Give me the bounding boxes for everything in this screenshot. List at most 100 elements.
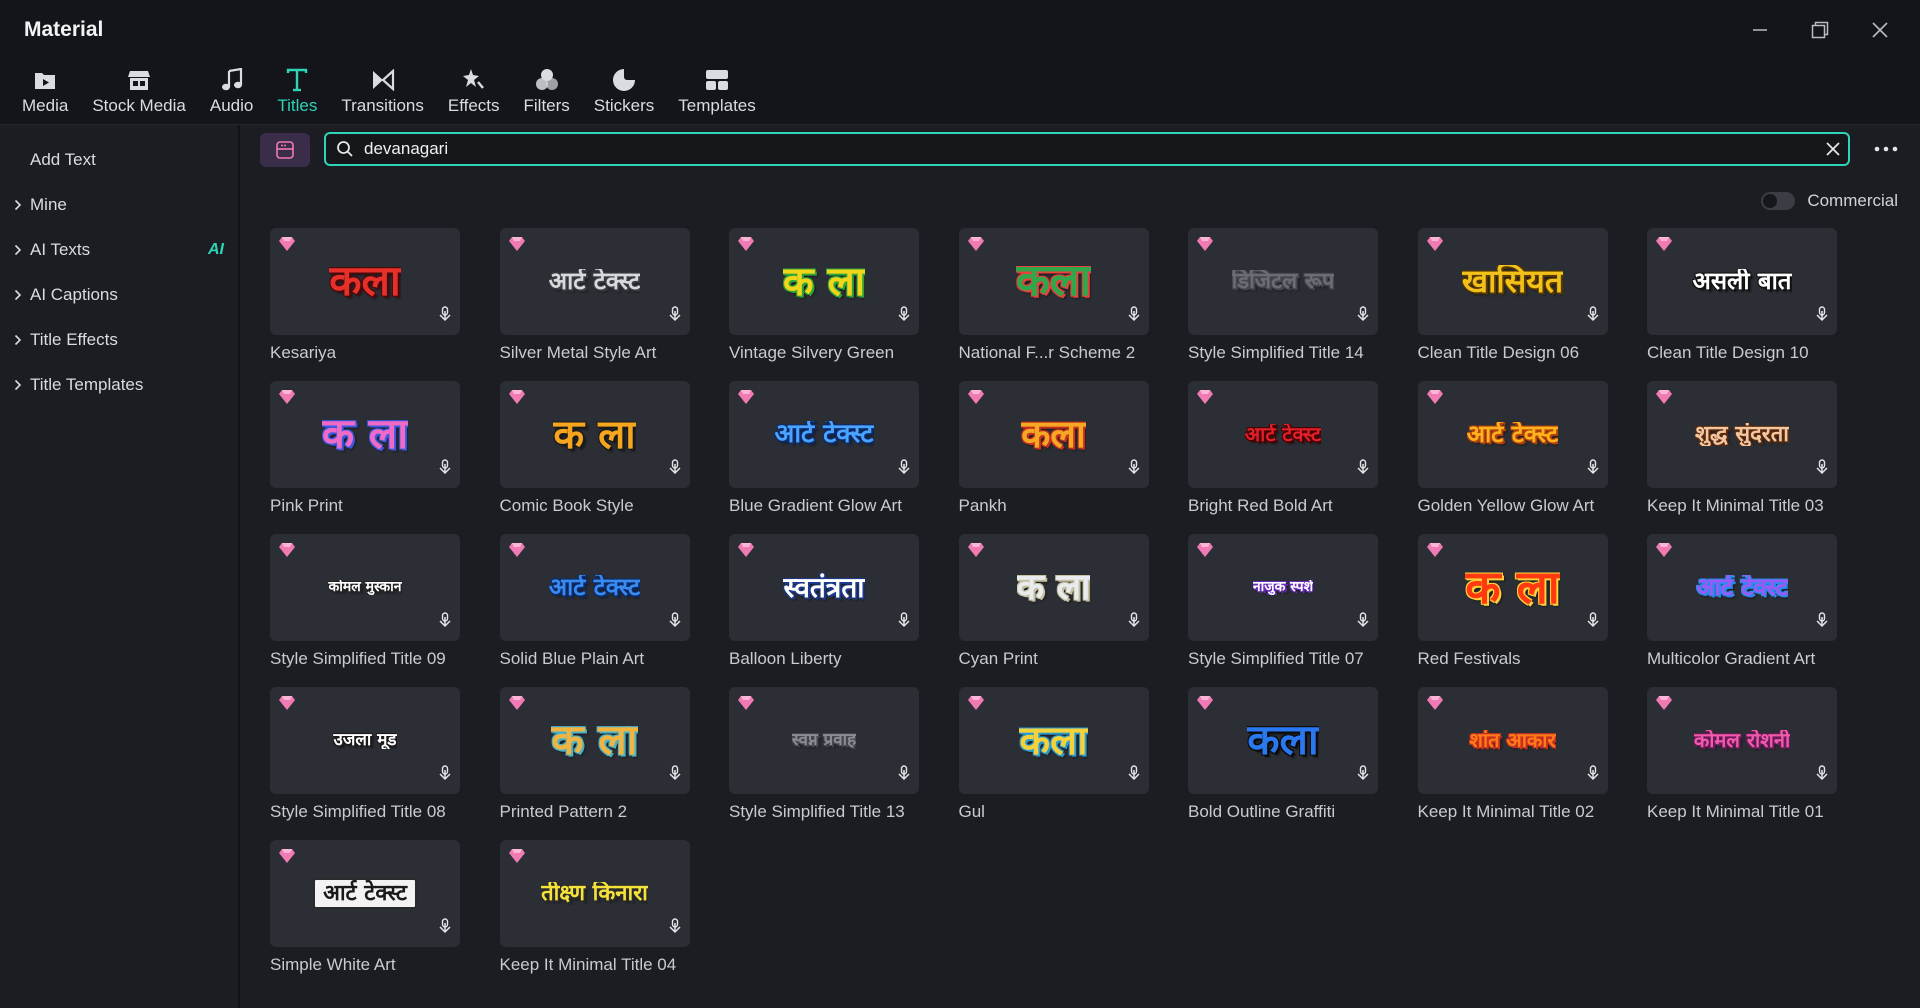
download-icon[interactable] <box>1127 459 1141 480</box>
title-thumbnail[interactable]: आर्ट टेक्स्ट <box>1188 381 1378 488</box>
title-thumbnail[interactable]: डिजिटल रूप <box>1188 228 1378 335</box>
title-card[interactable]: कोमल मुस्कान Style Simplified Title 09 <box>270 534 460 687</box>
download-icon[interactable] <box>668 918 682 939</box>
download-icon[interactable] <box>897 612 911 633</box>
sidebar-item-title-templates[interactable]: Title Templates <box>0 362 238 407</box>
title-thumbnail[interactable]: स्वतंत्रता <box>729 534 919 641</box>
sidebar-item-ai-captions[interactable]: AI Captions <box>0 272 238 317</box>
download-icon[interactable] <box>1586 459 1600 480</box>
title-card[interactable]: क ला Cyan Print <box>958 534 1149 687</box>
title-thumbnail[interactable]: क ला <box>499 687 690 794</box>
more-options-button[interactable] <box>1868 135 1904 163</box>
title-thumbnail[interactable]: कला <box>958 381 1149 488</box>
title-thumbnail[interactable]: असली बात <box>1647 228 1837 335</box>
download-icon[interactable] <box>1356 459 1370 480</box>
tab-titles[interactable]: Titles <box>265 60 329 124</box>
download-icon[interactable] <box>668 459 682 480</box>
title-thumbnail[interactable]: तीक्ष्ण किनारा <box>499 840 690 947</box>
title-thumbnail[interactable]: क ला <box>729 228 919 335</box>
title-thumbnail[interactable]: आर्ट टेक्स्ट <box>1647 534 1837 641</box>
tab-stickers[interactable]: Stickers <box>582 60 666 124</box>
title-card[interactable]: क ला Comic Book Style <box>499 381 690 534</box>
title-card[interactable]: आर्ट टेक्स्ट Bright Red Bold Art <box>1188 381 1378 534</box>
download-icon[interactable] <box>1815 306 1829 327</box>
tab-transitions[interactable]: Transitions <box>329 60 436 124</box>
tab-audio[interactable]: Audio <box>198 60 265 124</box>
title-card[interactable]: कला Kesariya <box>270 228 460 381</box>
download-icon[interactable] <box>1815 765 1829 786</box>
title-thumbnail[interactable]: आर्ट टेक्स्ट <box>1417 381 1608 488</box>
title-card[interactable]: क ला Vintage Silvery Green <box>729 228 919 381</box>
title-thumbnail[interactable]: क ला <box>1417 534 1608 641</box>
sidebar-item-mine[interactable]: Mine <box>0 182 238 227</box>
download-icon[interactable] <box>897 306 911 327</box>
clear-search-button[interactable] <box>1818 142 1848 156</box>
tab-filters[interactable]: Filters <box>512 60 582 124</box>
download-icon[interactable] <box>668 306 682 327</box>
title-card[interactable]: खासियत Clean Title Design 06 <box>1417 228 1608 381</box>
tab-effects[interactable]: Effects <box>436 60 512 124</box>
tab-media[interactable]: Media <box>0 60 80 124</box>
title-card[interactable]: कोमल रोशनी Keep It Minimal Title 01 <box>1647 687 1837 840</box>
restore-button[interactable] <box>1790 0 1850 60</box>
title-thumbnail[interactable]: शुद्ध सुंदरता <box>1647 381 1837 488</box>
title-card[interactable]: शुद्ध सुंदरता Keep It Minimal Title 03 <box>1647 381 1837 534</box>
title-card[interactable]: आर्ट टेक्स्ट Solid Blue Plain Art <box>499 534 690 687</box>
search-input[interactable] <box>362 134 1818 164</box>
title-card[interactable]: असली बात Clean Title Design 10 <box>1647 228 1837 381</box>
title-thumbnail[interactable]: शांत आकार <box>1417 687 1608 794</box>
download-icon[interactable] <box>897 459 911 480</box>
download-icon[interactable] <box>1815 612 1829 633</box>
title-card[interactable]: क ला Red Festivals <box>1417 534 1608 687</box>
download-icon[interactable] <box>438 612 452 633</box>
title-thumbnail[interactable]: खासियत <box>1417 228 1608 335</box>
title-card[interactable]: आर्ट टेक्स्ट Multicolor Gradient Art <box>1647 534 1837 687</box>
title-thumbnail[interactable]: क ला <box>958 534 1149 641</box>
title-thumbnail[interactable]: कला <box>1188 687 1378 794</box>
sidebar-item-title-effects[interactable]: Title Effects <box>0 317 238 362</box>
title-thumbnail[interactable]: कला <box>958 687 1149 794</box>
title-card[interactable]: क ला Pink Print <box>270 381 460 534</box>
download-icon[interactable] <box>438 765 452 786</box>
title-thumbnail[interactable]: आर्ट टेक्स्ट <box>499 228 690 335</box>
title-thumbnail[interactable]: कला <box>958 228 1149 335</box>
title-card[interactable]: आर्ट टेक्स्ट Blue Gradient Glow Art <box>729 381 919 534</box>
title-thumbnail[interactable]: आर्ट टेक्स्ट <box>729 381 919 488</box>
title-card[interactable]: आर्ट टेक्स्ट Simple White Art <box>270 840 460 993</box>
title-thumbnail[interactable]: कोमल मुस्कान <box>270 534 460 641</box>
close-button[interactable] <box>1850 0 1910 60</box>
title-card[interactable]: कला Gul <box>958 687 1149 840</box>
download-icon[interactable] <box>438 306 452 327</box>
title-thumbnail[interactable]: आर्ट टेक्स्ट <box>270 840 460 947</box>
download-icon[interactable] <box>1127 612 1141 633</box>
title-thumbnail[interactable]: आर्ट टेक्स्ट <box>499 534 690 641</box>
title-thumbnail[interactable]: कला <box>270 228 460 335</box>
tab-stock-media[interactable]: Stock Media <box>80 60 198 124</box>
download-icon[interactable] <box>1815 459 1829 480</box>
title-card[interactable]: शांत आकार Keep It Minimal Title 02 <box>1417 687 1608 840</box>
download-icon[interactable] <box>1586 306 1600 327</box>
title-card[interactable]: डिजिटल रूप Style Simplified Title 14 <box>1188 228 1378 381</box>
minimize-button[interactable] <box>1730 0 1790 60</box>
title-card[interactable]: नाजुक स्पर्श Style Simplified Title 07 <box>1188 534 1378 687</box>
title-card[interactable]: क ला Printed Pattern 2 <box>499 687 690 840</box>
tab-templates[interactable]: Templates <box>666 60 767 124</box>
sidebar-item-add-text[interactable]: Add Text <box>0 137 238 182</box>
title-thumbnail[interactable]: नाजुक स्पर्श <box>1188 534 1378 641</box>
title-thumbnail[interactable]: क ला <box>499 381 690 488</box>
download-icon[interactable] <box>1356 612 1370 633</box>
title-card[interactable]: कला Bold Outline Graffiti <box>1188 687 1378 840</box>
download-icon[interactable] <box>1586 765 1600 786</box>
title-card[interactable]: कला National F...r Scheme 2 <box>958 228 1149 381</box>
download-icon[interactable] <box>668 765 682 786</box>
title-thumbnail[interactable]: उजला मूड <box>270 687 460 794</box>
download-icon[interactable] <box>1356 306 1370 327</box>
download-icon[interactable] <box>438 459 452 480</box>
download-icon[interactable] <box>1127 765 1141 786</box>
title-card[interactable]: आर्ट टेक्स्ट Golden Yellow Glow Art <box>1417 381 1608 534</box>
download-icon[interactable] <box>1586 612 1600 633</box>
title-card[interactable]: उजला मूड Style Simplified Title 08 <box>270 687 460 840</box>
sidebar-item-ai-texts[interactable]: AI Texts AI <box>0 227 238 272</box>
title-card[interactable]: आर्ट टेक्स्ट Silver Metal Style Art <box>499 228 690 381</box>
title-thumbnail[interactable]: स्वप्न प्रवाह <box>729 687 919 794</box>
